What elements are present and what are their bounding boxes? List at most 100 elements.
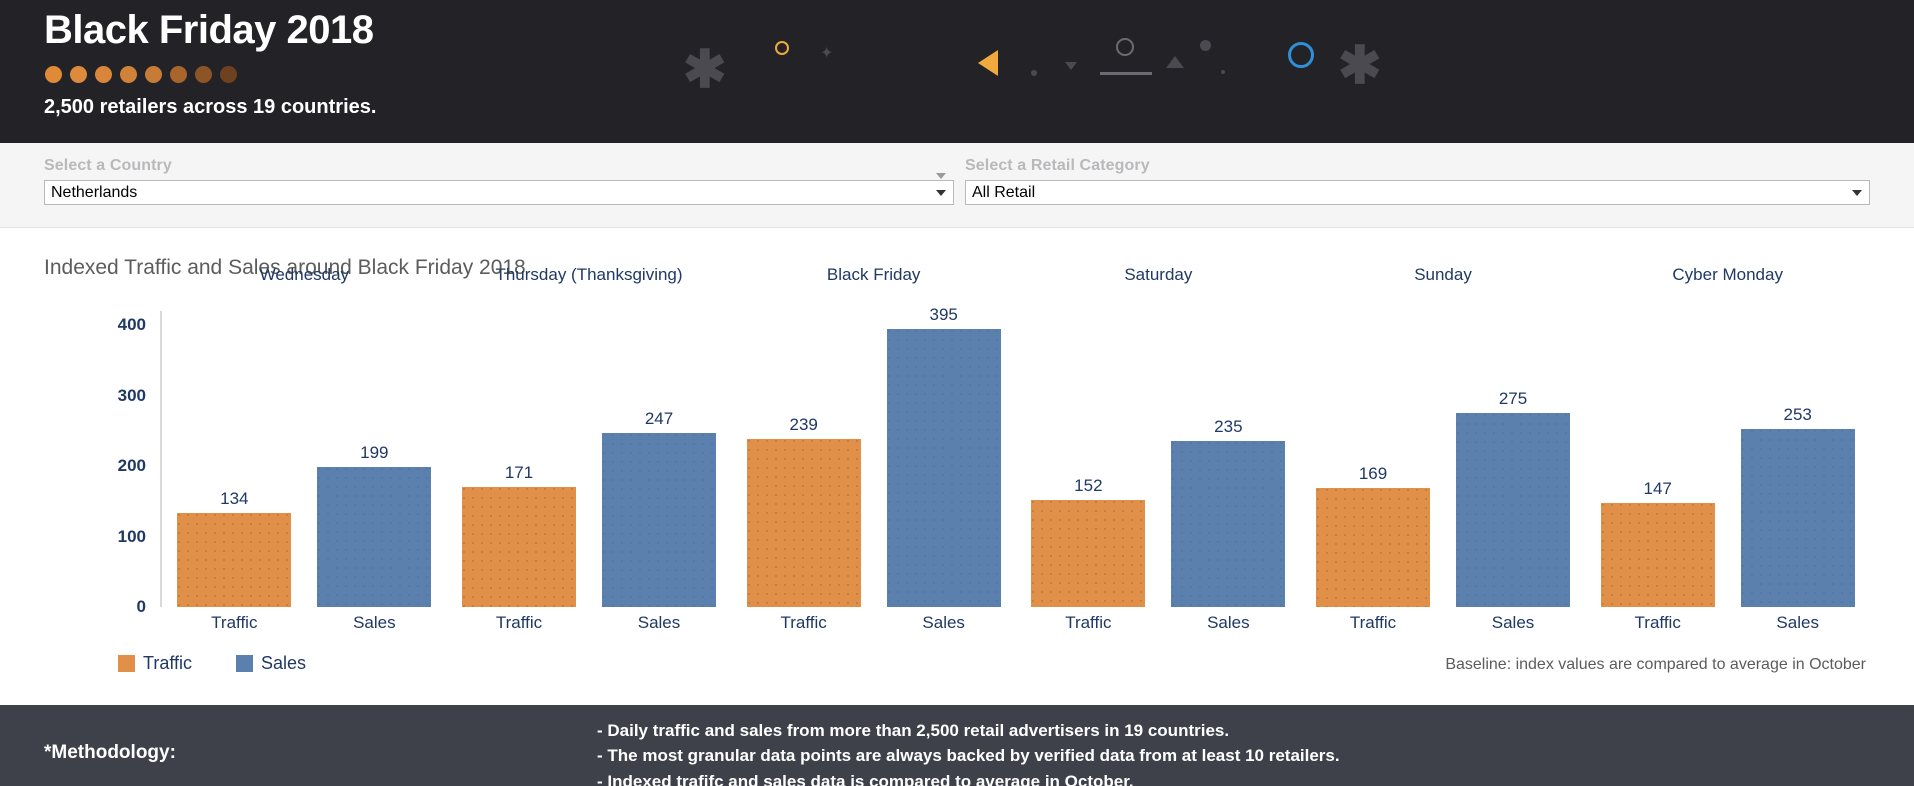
- legend-swatch-icon: [118, 655, 135, 672]
- dot-small-icon: [1031, 70, 1037, 76]
- country-filter-label: Select a Country: [44, 157, 172, 174]
- methodology-line: - The most granular data points are alwa…: [597, 746, 1340, 766]
- methodology-label: *Methodology:: [44, 742, 176, 763]
- chart-legend: Traffic Sales: [118, 653, 306, 674]
- bar-category-label: Sales: [1207, 613, 1250, 632]
- bar-value-label: 253: [1783, 404, 1812, 424]
- page-header: Black Friday 2018 2,500 retailers across…: [0, 0, 1914, 143]
- bar-category-label: Sales: [1491, 613, 1535, 632]
- bar-column[interactable]: 247 Sales: [602, 311, 716, 632]
- bar-value-label: 275: [1498, 389, 1528, 409]
- bar-value-label: 247: [644, 408, 674, 428]
- ring-blue-icon: [1288, 42, 1314, 68]
- bar-group: Wednesday 134 Traffic 199 Sales: [162, 265, 447, 632]
- bar-sales[interactable]: [886, 328, 1001, 607]
- bar-column[interactable]: 147 Traffic: [1600, 311, 1715, 632]
- bar-group-label: Thursday (Thanksgiving): [495, 265, 683, 284]
- page-footer: *Methodology: - Daily traffic and sales …: [0, 705, 1914, 786]
- bar-column[interactable]: 275 Sales: [1456, 311, 1571, 632]
- header-dot-6: [170, 66, 187, 83]
- y-axis-tick: 0: [136, 597, 146, 616]
- bar-value-label: 171: [504, 462, 534, 482]
- bar-category-label: Traffic: [495, 613, 543, 632]
- bar-traffic[interactable]: [746, 438, 861, 607]
- bar-category-label: Traffic: [1349, 613, 1397, 632]
- country-select-value: Netherlands: [51, 183, 138, 201]
- bar-traffic[interactable]: [1031, 499, 1146, 607]
- bar-category-label: Traffic: [1065, 613, 1112, 632]
- bar-traffic[interactable]: [1316, 487, 1431, 607]
- bar-sales[interactable]: [1740, 428, 1855, 607]
- header-dot-8: [220, 66, 237, 83]
- header-dot-7: [195, 66, 212, 83]
- category-select-value: All Retail: [972, 183, 1036, 201]
- y-axis-tick: 400: [117, 315, 146, 335]
- bar-category-label: Sales: [1776, 613, 1819, 632]
- methodology-line: - Daily traffic and sales from more than…: [597, 721, 1230, 740]
- chart-plot-area: 400 300 200 100 0 Wednesday 134 Traffic 199 Sale…: [80, 265, 1870, 632]
- bar-value-label: 169: [1358, 463, 1388, 483]
- bar-category-label: Sales: [353, 613, 396, 632]
- category-filter-label: Select a Retail Category: [965, 157, 1150, 174]
- country-select[interactable]: Netherlands: [44, 180, 954, 205]
- bar-value-label: 152: [1074, 475, 1103, 495]
- bar-sales[interactable]: [1171, 441, 1286, 607]
- bar-value-label: 235: [1214, 417, 1243, 437]
- bar-column[interactable]: 152 Traffic: [1031, 311, 1146, 632]
- y-axis-tick: 100: [117, 526, 146, 546]
- bar-category-label: Sales: [637, 613, 681, 632]
- bar-traffic[interactable]: [1600, 503, 1715, 607]
- bar-column[interactable]: 253 Sales: [1740, 311, 1855, 632]
- bar-group-label: Wednesday: [259, 265, 350, 284]
- bar-sales[interactable]: [602, 432, 716, 607]
- bar-group: Sunday 169 Traffic 275 Sales: [1301, 265, 1586, 632]
- chevron-down-icon[interactable]: [1852, 189, 1862, 196]
- y-axis: 400 300 200 100 0: [80, 311, 160, 616]
- methodology-line: - Indexed trafifc and sales data is comp…: [597, 771, 1134, 786]
- baseline-note: Baseline: index values are compared to a…: [1445, 656, 1866, 673]
- dot-tiny-icon: [1221, 70, 1225, 74]
- legend-item-traffic[interactable]: Traffic: [118, 653, 192, 674]
- legend-item-sales[interactable]: Sales: [236, 653, 306, 674]
- bar-column[interactable]: 235 Sales: [1171, 311, 1286, 632]
- page-title: Black Friday 2018: [44, 8, 374, 52]
- country-ghost-arrow-icon: [936, 173, 946, 179]
- header-dot-5: [145, 66, 162, 83]
- triangle-down-icon: [1065, 62, 1077, 70]
- bar-group: Thursday (Thanksgiving) 171 Traffic 247 Sale…: [447, 265, 732, 632]
- triangle-up-icon: [1166, 56, 1184, 68]
- header-dot-1: [45, 66, 62, 83]
- bar-value-label: 395: [929, 304, 958, 324]
- filter-bar: Select a Country Netherlands Select a Re…: [0, 143, 1914, 228]
- bar-sales[interactable]: [317, 466, 432, 607]
- bar-column[interactable]: 395 Sales: [886, 305, 1001, 632]
- y-axis-tick: 300: [117, 385, 146, 405]
- legend-swatch-icon: [236, 655, 254, 672]
- small-star-icon: ✦: [820, 45, 834, 62]
- bar-sales[interactable]: [1456, 413, 1571, 607]
- bar-traffic[interactable]: [462, 486, 576, 607]
- ring-outline-icon: [1116, 38, 1134, 56]
- country-filter-group: Select a Country Netherlands: [44, 157, 954, 205]
- y-axis-tick: 200: [117, 456, 146, 476]
- bar-column[interactable]: 199 Sales: [317, 311, 432, 632]
- dash-line-icon: [1100, 72, 1152, 75]
- bar-column[interactable]: 239 Traffic: [746, 311, 861, 632]
- triangle-left-icon: [978, 50, 998, 76]
- bar-category-label: Sales: [922, 613, 965, 632]
- header-dot-3: [95, 66, 112, 83]
- category-select[interactable]: All Retail: [965, 180, 1870, 205]
- bar-column[interactable]: 134 Traffic: [177, 311, 292, 632]
- bar-value-label: 199: [360, 442, 389, 462]
- header-dot-2: [70, 66, 87, 83]
- bar-column[interactable]: 171 Traffic: [462, 311, 576, 632]
- bar-group: Saturday 152 Traffic 235 Sales: [1016, 265, 1301, 632]
- bar-traffic[interactable]: [177, 512, 292, 607]
- asterisk-right-icon: ✱: [1338, 37, 1382, 95]
- chevron-down-icon[interactable]: [936, 189, 946, 196]
- bar-group: Black Friday 239 Traffic 395 Sales: [731, 265, 1016, 632]
- methodology-list: - Daily traffic and sales from more than…: [597, 719, 1340, 786]
- bar-column[interactable]: 169 Traffic: [1316, 311, 1431, 632]
- chart-pane: Indexed Traffic and Sales around Black F…: [0, 228, 1914, 705]
- bar-category-label: Traffic: [1634, 613, 1681, 632]
